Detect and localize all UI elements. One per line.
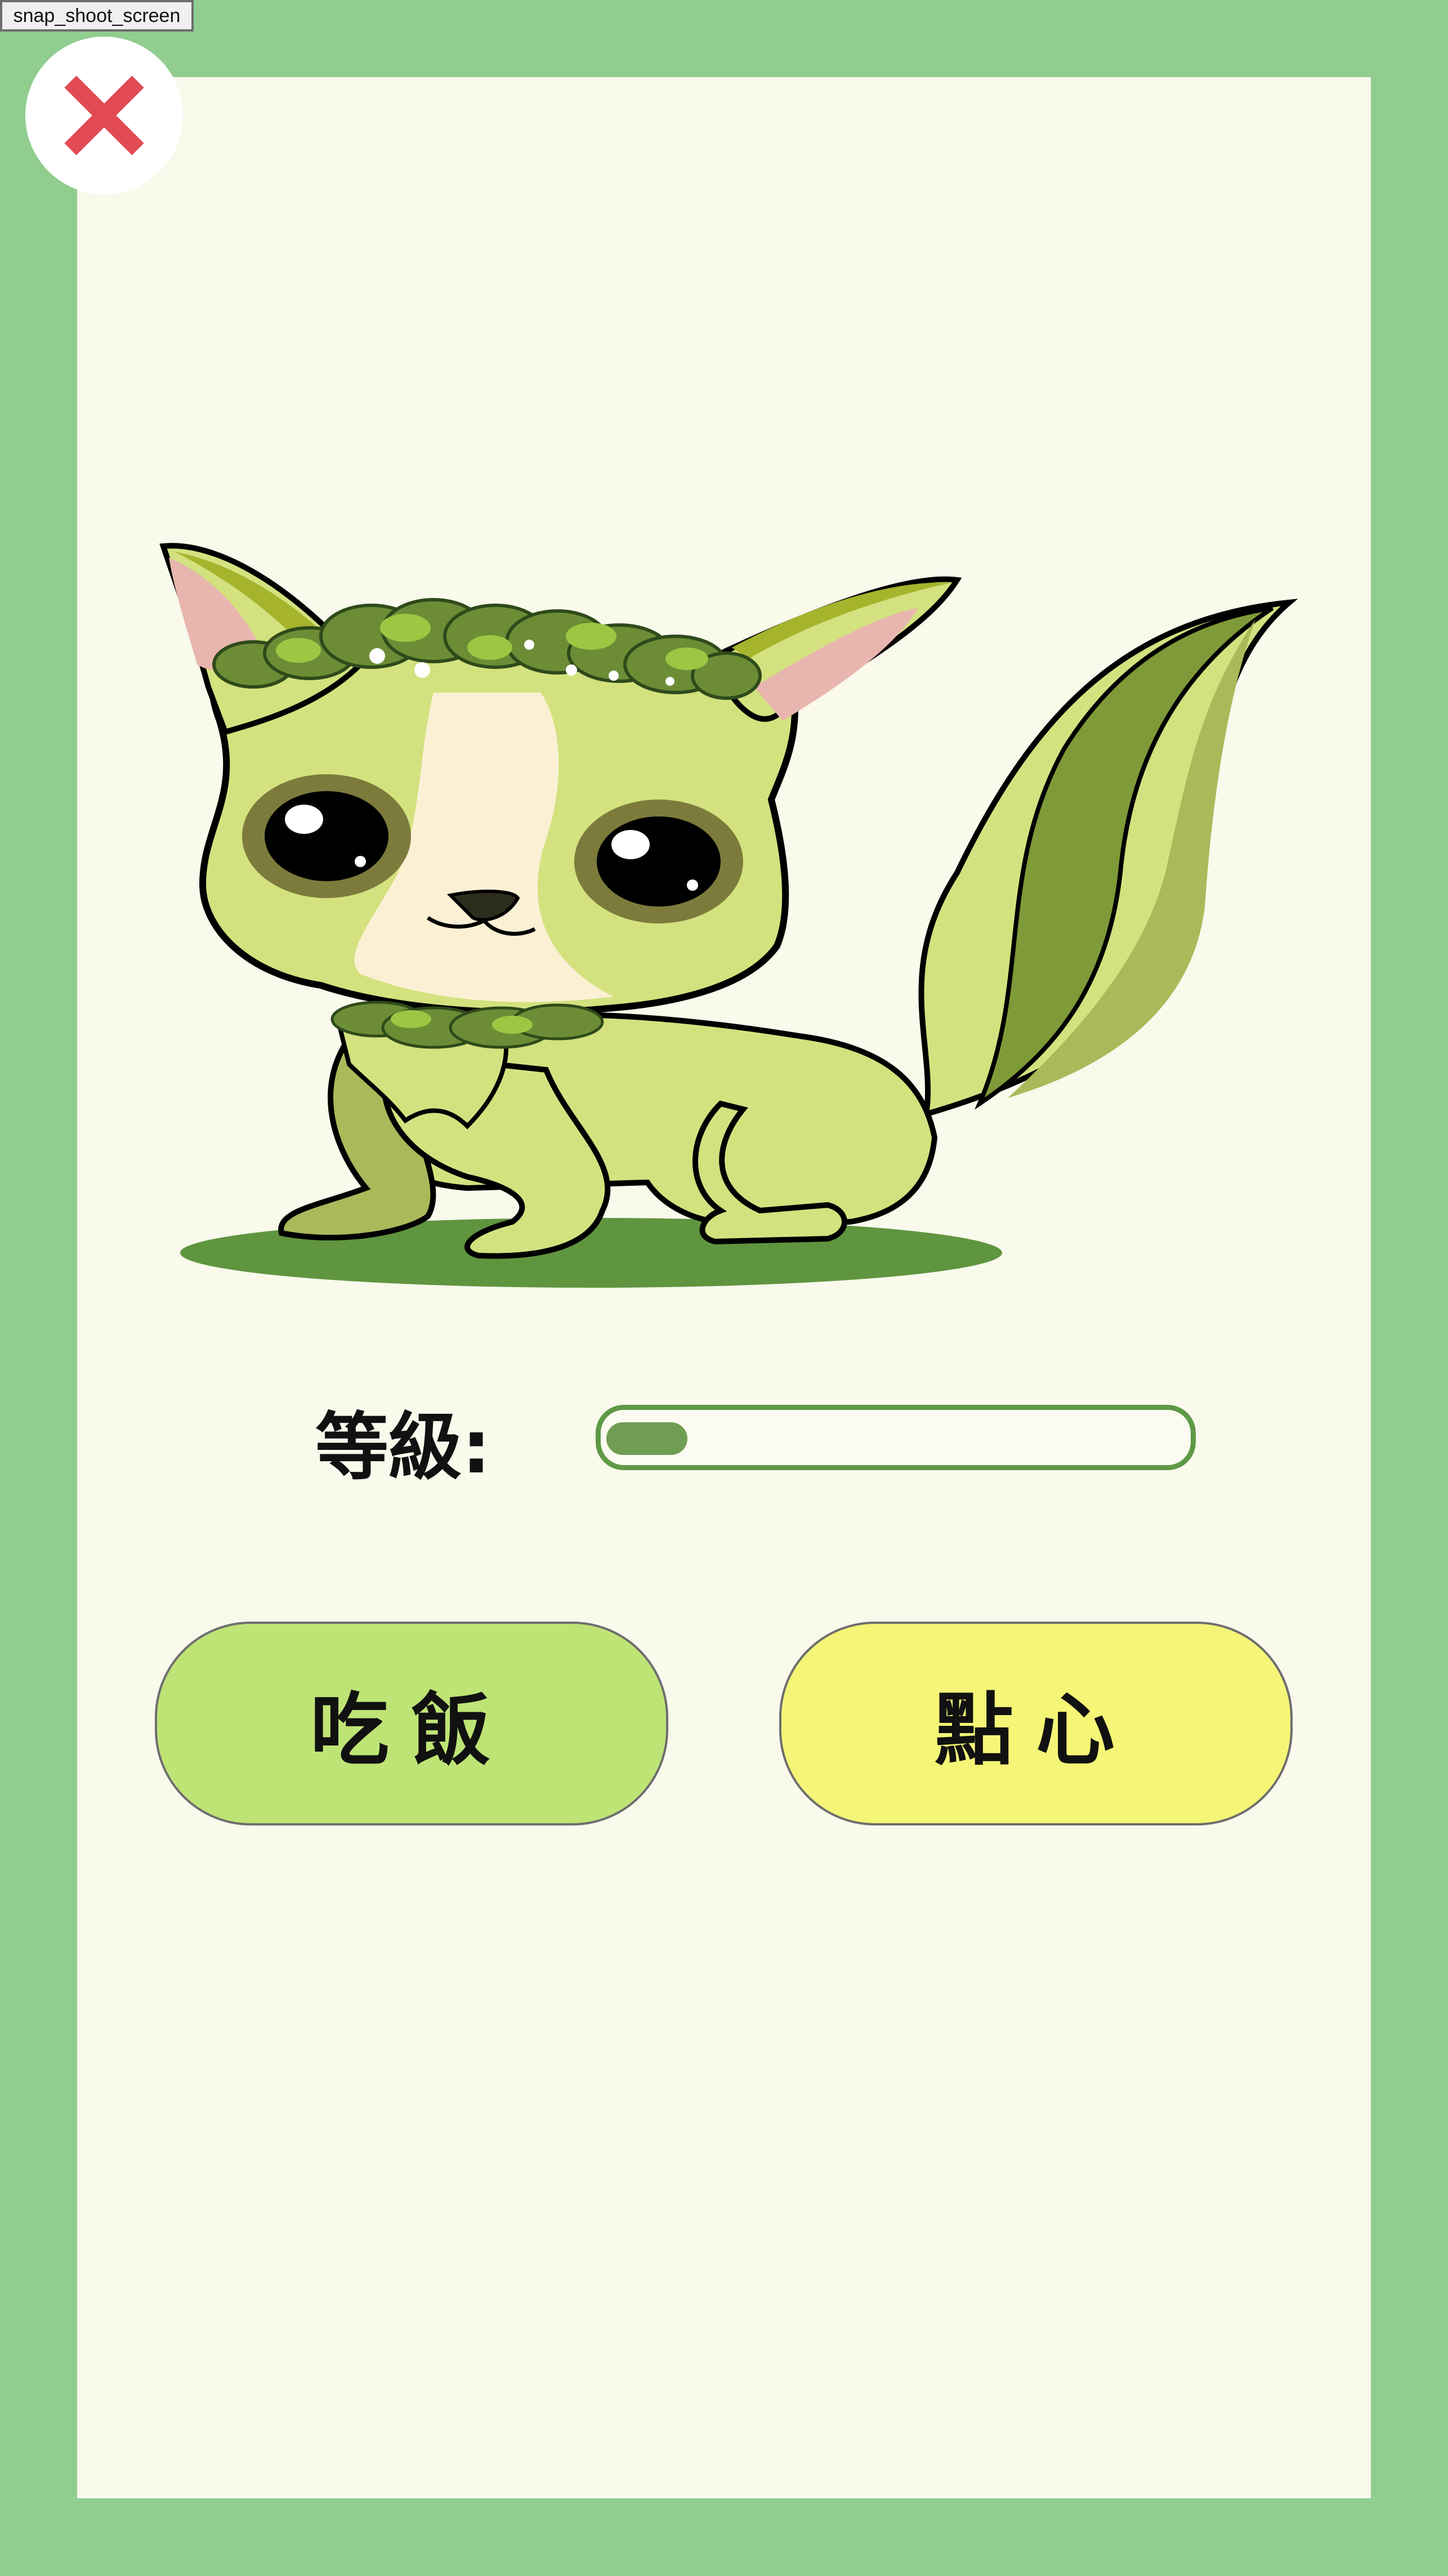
level-progress-bar <box>596 1405 1196 1470</box>
level-progress-fill <box>606 1422 687 1455</box>
snapshot-button[interactable]: snap_shoot_screen <box>0 0 194 32</box>
eat-button[interactable]: 吃飯 <box>155 1622 668 1825</box>
close-icon <box>64 75 144 155</box>
left-eye <box>242 774 411 898</box>
close-button[interactable] <box>25 37 183 194</box>
level-label: 等級: <box>315 1404 491 1490</box>
pet-illustration <box>159 543 1298 1288</box>
snack-button[interactable]: 點心 <box>779 1622 1293 1825</box>
right-eye <box>574 800 743 923</box>
